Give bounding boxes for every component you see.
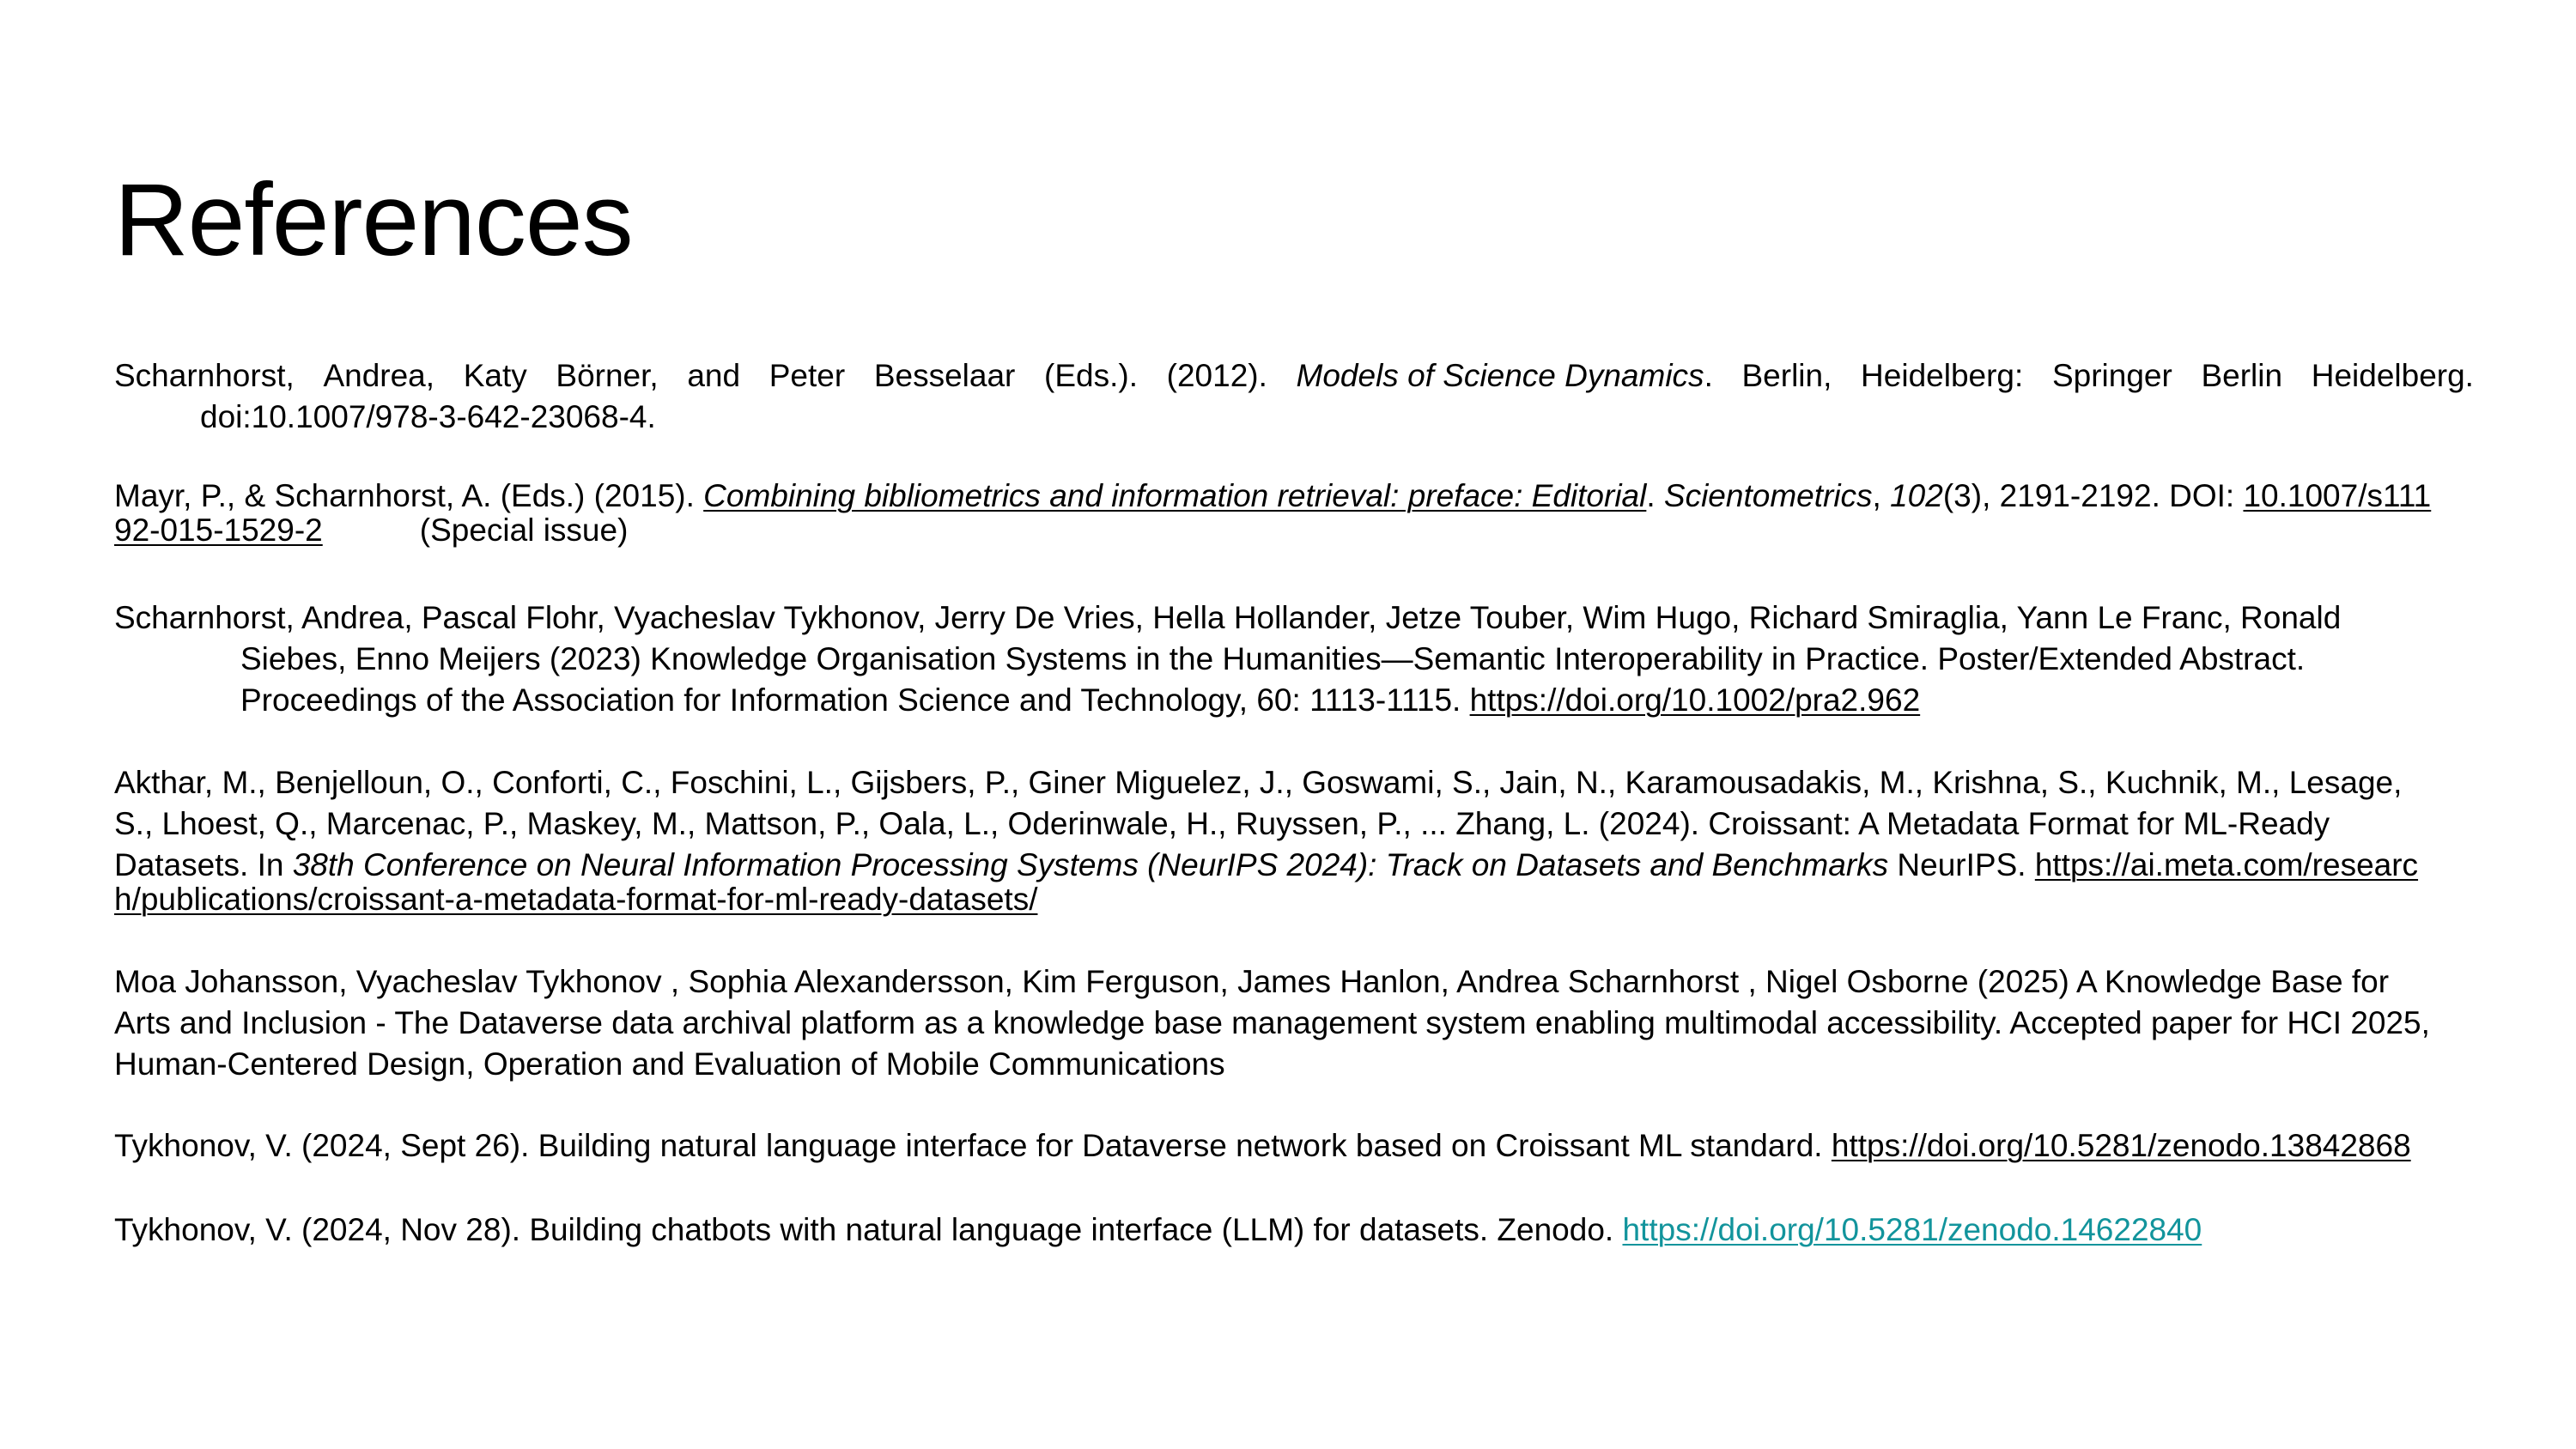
reference-line: Scharnhorst, Andrea, Katy Börner, and Pe… [114,355,2474,397]
reference-title-link[interactable]: Combining bibliometrics and information … [703,478,1646,513]
reference-scharnhorst-2023: Scharnhorst, Andrea, Pascal Flohr, Vyach… [114,597,2474,721]
reference-word: Scharnhorst, [114,358,295,393]
reference-word: Berlin, [1741,358,1832,393]
reference-line: Tykhonov, V. (2024, Nov 28). Building ch… [114,1212,2202,1247]
reference-line: h/publications/croissant-a-metadata-form… [114,882,2474,917]
slide-title: References [114,162,634,277]
reference-word: Börner, [556,358,659,393]
reference-line: Moa Johansson, Vyacheslav Tykhonov , Sop… [114,964,2390,999]
reference-book-title: Models of Science Dynamics. [1296,358,1713,393]
reference-word: (Eds.). [1044,358,1138,393]
reference-conference: 38th Conference on Neural Information Pr… [292,847,1889,882]
reference-doi-link-continued[interactable]: 92-015-1529-2 [114,512,323,548]
reference-doi: doi:10.1007/978-3-642-23068-4. [200,399,656,434]
reference-line: Human-Centered Design, Operation and Eva… [114,1046,1225,1082]
reference-line: Scharnhorst, Andrea, Pascal Flohr, Vyach… [114,600,2342,635]
reference-johansson-2025: Moa Johansson, Vyacheslav Tykhonov , Sop… [114,961,2474,1085]
reference-word: Berlin [2201,358,2283,393]
reference-doi-link[interactable]: https://doi.org/10.5281/zenodo.14622840 [1622,1212,2202,1247]
reference-mayr-2015: Mayr, P., & Scharnhorst, A. (Eds.) (2015… [114,479,2474,548]
reference-word: (2012). [1166,358,1267,393]
reference-word: Heidelberg. [2311,358,2474,393]
reference-line: Arts and Inclusion - The Dataverse data … [114,1005,2430,1040]
reference-word: Andrea, [323,358,435,393]
reference-doi-link[interactable]: 10.1007/s111 [2243,478,2431,513]
reference-line: 92-015-1529-2 (Special issue) [114,513,2474,548]
reference-line: S., Lhoest, Q., Marcenac, P., Maskey, M.… [114,806,2330,841]
reference-word: and [687,358,741,393]
reference-line: Mayr, P., & Scharnhorst, A. (Eds.) (2015… [114,478,2432,513]
reference-akthar-2024: Akthar, M., Benjelloun, O., Conforti, C.… [114,762,2474,917]
reference-line: Siebes, Enno Meijers (2023) Knowledge Or… [240,641,2306,676]
reference-line: Tykhonov, V. (2024, Sept 26). Building n… [114,1128,2411,1163]
reference-scharnhorst-2012: Scharnhorst, Andrea, Katy Börner, and Pe… [114,355,2474,438]
reference-note: (Special issue) [419,512,629,548]
reference-journal: Scientometrics [1663,478,1873,513]
reference-word: Springer [2051,358,2172,393]
reference-url-link-continued[interactable]: h/publications/croissant-a-metadata-form… [114,882,1037,917]
reference-volume: 102 [1890,478,1943,513]
reference-doi-link[interactable]: https://doi.org/10.1002/pra2.962 [1470,682,1921,718]
reference-line: Proceedings of the Association for Infor… [240,682,1921,718]
reference-word: Besselaar [873,358,1016,393]
reference-url-link[interactable]: https://ai.meta.com/researc [2035,847,2418,882]
reference-doi-link[interactable]: https://doi.org/10.5281/zenodo.13842868 [1832,1128,2411,1163]
reference-tykhonov-sept-2024: Tykhonov, V. (2024, Sept 26). Building n… [114,1125,2474,1167]
slide: References Scharnhorst, Andrea, Katy Bör… [0,0,2576,1449]
reference-word: Katy [463,358,527,393]
reference-tykhonov-nov-2024: Tykhonov, V. (2024, Nov 28). Building ch… [114,1210,2474,1251]
reference-line: Akthar, M., Benjelloun, O., Conforti, C.… [114,765,2403,800]
reference-word: Heidelberg: [1861,358,2024,393]
reference-word: Peter [769,358,846,393]
reference-line: Datasets. In 38th Conference on Neural I… [114,847,2419,882]
